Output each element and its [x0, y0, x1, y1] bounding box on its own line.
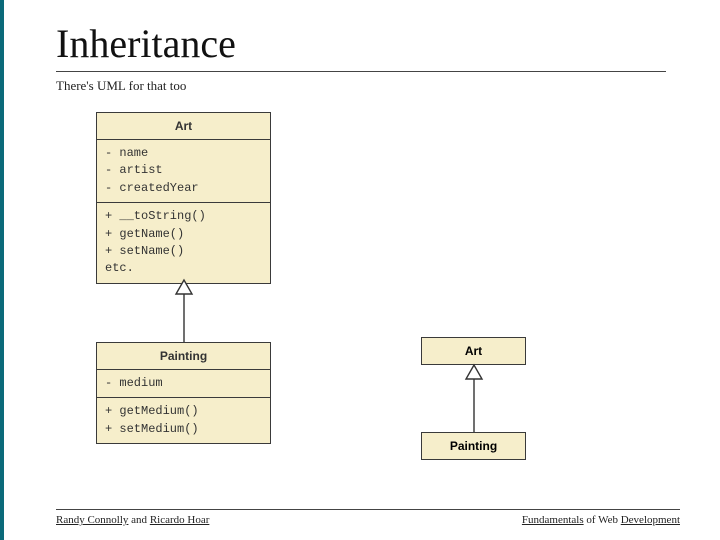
uml-class-name: Art	[97, 113, 270, 140]
uml-op: + setMedium()	[105, 421, 262, 438]
uml-diagram: Art - name - artist - createdYear + __to…	[56, 112, 666, 492]
uml-attributes: - medium	[97, 370, 270, 398]
uml-attr: - artist	[105, 162, 262, 179]
title-rule	[56, 71, 666, 72]
footer-book-2: Development	[621, 514, 680, 526]
inheritance-arrow-icon	[174, 280, 194, 344]
footer-book-title: Fundamentals of Web Development	[522, 514, 680, 526]
footer-authors: Randy Connolly and Ricardo Hoar	[56, 514, 209, 526]
uml-class-name: Painting	[97, 343, 270, 370]
slide: Inheritance There's UML for that too Art…	[0, 0, 720, 540]
uml-operations: + getMedium() + setMedium()	[97, 398, 270, 443]
uml-op: etc.	[105, 260, 262, 277]
uml-op: + __toString()	[105, 208, 262, 225]
uml-op: + getName()	[105, 226, 262, 243]
uml-attr: - createdYear	[105, 180, 262, 197]
uml-class-painting: Painting - medium + getMedium() + setMed…	[96, 342, 271, 444]
uml-op: + getMedium()	[105, 403, 262, 420]
uml-attr: - name	[105, 145, 262, 162]
footer-and: and	[128, 514, 149, 526]
footer-book-mid: of Web	[584, 514, 621, 526]
uml-simple-painting: Painting	[421, 432, 526, 460]
footer-rule	[56, 509, 680, 510]
inheritance-arrow-icon	[464, 365, 484, 433]
uml-operations: + __toString() + getName() + setName() e…	[97, 203, 270, 283]
slide-footer: Randy Connolly and Ricardo Hoar Fundamen…	[56, 509, 680, 526]
uml-simple-art: Art	[421, 337, 526, 365]
subtitle: There's UML for that too	[56, 78, 680, 94]
page-title: Inheritance	[56, 20, 680, 67]
uml-attributes: - name - artist - createdYear	[97, 140, 270, 203]
footer-author-1: Randy Connolly	[56, 514, 128, 526]
footer-author-2: Ricardo Hoar	[150, 514, 210, 526]
footer-book-1: Fundamentals	[522, 514, 584, 526]
uml-class-art: Art - name - artist - createdYear + __to…	[96, 112, 271, 284]
uml-op: + setName()	[105, 243, 262, 260]
uml-attr: - medium	[105, 375, 262, 392]
